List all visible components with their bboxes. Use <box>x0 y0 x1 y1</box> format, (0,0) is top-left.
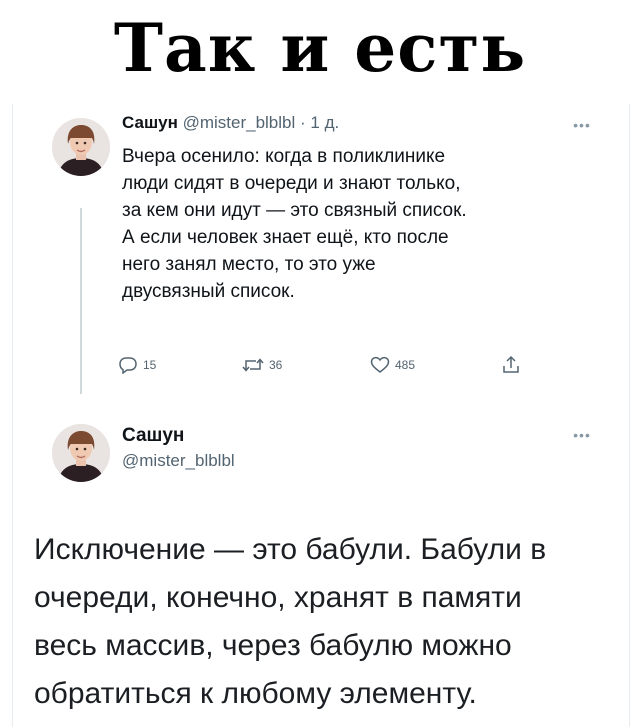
like-button[interactable]: 485 <box>370 354 415 376</box>
like-count: 485 <box>395 358 416 372</box>
share-icon <box>503 355 519 373</box>
author-avatar[interactable] <box>52 424 110 482</box>
meme-title: Так и есть <box>113 9 527 87</box>
more-options-icon[interactable]: ••• <box>570 118 594 132</box>
avatar-image <box>52 118 110 176</box>
share-button[interactable] <box>502 354 525 376</box>
author-name[interactable]: Сашун <box>122 113 178 132</box>
retweet-count: 36 <box>269 358 283 372</box>
thread-connector-line <box>80 208 82 394</box>
author-name[interactable]: Сашун <box>122 424 184 448</box>
author-handle[interactable]: @mister_blblbl <box>122 450 235 472</box>
tweet-text-line: А если человек знает ещё, кто после <box>122 227 449 248</box>
tweet1-text: Вчера осенило: когда в поликлинике люди … <box>122 143 592 305</box>
tweet-actions-bar: 15 36 485 <box>118 354 538 376</box>
tweet-text-line: него занял место, то это уже <box>122 254 376 275</box>
tweet-text-line: Вчера осенило: когда в поликлинике <box>122 146 446 167</box>
tweet-text-line: весь массив, через бабулю можно <box>34 629 512 662</box>
tweet-text-line: обратиться к любому элементу. <box>34 677 477 710</box>
retweet-button[interactable]: 36 <box>242 354 282 376</box>
header-separator: · <box>300 113 306 132</box>
more-options-icon[interactable]: ••• <box>570 428 594 442</box>
like-icon <box>370 356 390 373</box>
tweet-text-line: двусвязный список. <box>122 281 295 302</box>
tweet1-header: Сашун @mister_blblbl · 1 д. <box>122 112 339 134</box>
reply-count: 15 <box>143 358 157 372</box>
author-handle[interactable]: @mister_blblbl <box>183 113 296 132</box>
reply-icon <box>119 357 137 374</box>
tweet-text-line: очереди, конечно, хранят в памяти <box>34 581 522 614</box>
retweet-icon <box>242 358 264 372</box>
avatar-image <box>52 424 110 482</box>
tweet-time[interactable]: 1 д. <box>310 113 339 132</box>
tweet-text-line: люди сидят в очереди и знают только, <box>122 173 461 194</box>
tweet-text-line: Исключение — это бабули. Бабули в <box>34 533 547 566</box>
tweet2-text: Исключение — это бабули. Бабули в очеред… <box>34 526 614 718</box>
tweet-text-line: за кем они идут — это связный список. <box>122 200 467 221</box>
reply-button[interactable]: 15 <box>118 354 156 376</box>
author-avatar[interactable] <box>52 118 110 176</box>
